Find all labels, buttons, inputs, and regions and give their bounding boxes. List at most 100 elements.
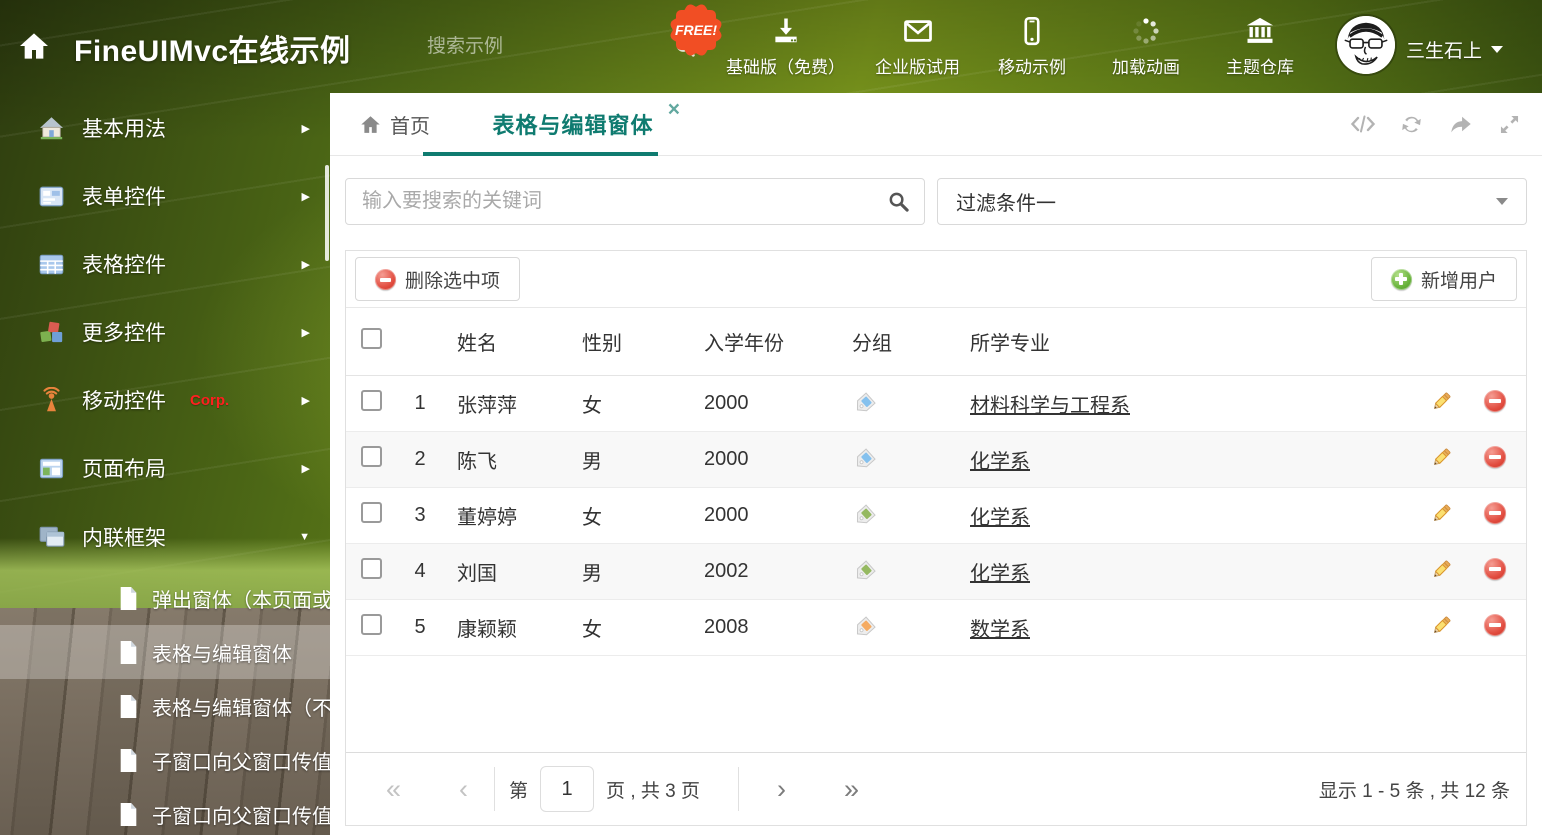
row-number: 5 — [414, 616, 426, 638]
app-title: FineUIMvc在线示例 — [74, 35, 351, 68]
sidebar-item-mobile-controls[interactable]: 移动控件 Corp. ▶ — [0, 372, 330, 428]
add-user-button[interactable]: 新增用户 — [1370, 257, 1517, 301]
table-row: 4 刘国 男 2002 化学系 — [346, 544, 1526, 600]
fullscreen-icon[interactable] — [1497, 112, 1522, 137]
cell-year: 2008 — [704, 616, 749, 638]
row-checkbox[interactable] — [361, 390, 382, 411]
delete-row-icon[interactable] — [1484, 613, 1506, 636]
keyword-search-input[interactable] — [346, 190, 887, 213]
tag-icon — [852, 448, 876, 472]
sidebar-item-form-controls[interactable]: 表单控件 ▶ — [0, 168, 330, 224]
edit-pencil-icon[interactable] — [1430, 501, 1454, 525]
delete-row-icon[interactable] — [1484, 501, 1506, 524]
filter-dropdown[interactable]: 过滤条件一 — [937, 178, 1527, 225]
home-icon[interactable] — [18, 30, 50, 62]
plus-circle-icon — [1390, 268, 1412, 290]
mobile-icon — [1017, 16, 1047, 46]
cubes-icon — [38, 319, 65, 346]
last-page-button[interactable]: » — [844, 775, 859, 803]
sidebar-subitem-popup-window[interactable]: 弹出窗体（本页面或... — [0, 571, 349, 625]
delete-row-icon[interactable] — [1484, 557, 1506, 580]
column-header-year[interactable]: 入学年份 — [696, 327, 844, 356]
major-link[interactable]: 数学系 — [970, 619, 1030, 641]
main-content: 首页 表格与编辑窗体 × 过滤条件一 — [330, 93, 1542, 835]
major-link[interactable]: 化学系 — [970, 507, 1030, 529]
page: FineUIMvc在线示例 FREE! 基础版（免费） 企业版试用 移动示例 加… — [0, 0, 1542, 835]
sidebar-item-basic-usage[interactable]: 基本用法 ▶ — [0, 100, 330, 156]
search-icon[interactable] — [887, 190, 910, 213]
page-prefix: 第 — [509, 780, 529, 802]
filter-dropdown-value: 过滤条件一 — [956, 193, 1056, 215]
chevron-down-icon: ▼ — [299, 531, 310, 543]
avatar[interactable] — [1337, 16, 1395, 74]
first-page-button[interactable]: « — [386, 775, 401, 803]
sidebar-subitem-grid-edit-window-2[interactable]: 表格与编辑窗体（不... — [0, 679, 349, 733]
download-icon — [771, 16, 801, 46]
table-header-row: 姓名 性别 入学年份 分组 所学专业 — [346, 308, 1526, 376]
tag-icon — [852, 560, 876, 584]
edit-pencil-icon[interactable] — [1430, 445, 1454, 469]
major-link[interactable]: 材料科学与工程系 — [970, 395, 1130, 417]
edit-pencil-icon[interactable] — [1430, 389, 1454, 413]
tab-active[interactable]: 表格与编辑窗体 × — [478, 93, 680, 155]
major-link[interactable]: 化学系 — [970, 451, 1030, 473]
layout-icon — [38, 455, 65, 482]
chevron-right-icon: ▶ — [301, 326, 310, 339]
sidebar-subitem-child-to-parent[interactable]: 子窗口向父窗口传值 — [0, 733, 332, 787]
edit-pencil-icon[interactable] — [1430, 613, 1454, 637]
frames-icon — [38, 524, 65, 551]
nav-mobile-demo[interactable]: 移动示例 — [990, 10, 1074, 78]
prev-page-button[interactable]: ‹ — [459, 775, 468, 803]
username-menu[interactable]: 三生石上 — [1406, 36, 1504, 63]
delete-row-icon[interactable] — [1484, 389, 1506, 412]
row-checkbox[interactable] — [361, 558, 382, 579]
form-icon — [38, 183, 65, 210]
sidebar-item-page-layout[interactable]: 页面布局 ▶ — [0, 440, 330, 496]
sidebar: 基本用法 ▶ 表单控件 ▶ 表格控件 ▶ 更多控件 ▶ 移动控件 Corp. ▶… — [0, 93, 349, 835]
row-checkbox[interactable] — [361, 502, 382, 523]
row-checkbox[interactable] — [361, 614, 382, 635]
nav-theme-repository[interactable]: 主题仓库 — [1218, 10, 1302, 78]
close-tab-icon[interactable]: × — [668, 99, 680, 120]
header-search-input[interactable] — [425, 35, 674, 59]
edit-pencil-icon[interactable] — [1430, 557, 1454, 581]
keyword-search-box[interactable] — [345, 178, 925, 225]
tab-bar: 首页 表格与编辑窗体 × — [330, 93, 1542, 156]
sidebar-subitem-grid-edit-window[interactable]: 表格与编辑窗体 — [0, 625, 330, 679]
cell-year: 2000 — [704, 392, 749, 414]
major-link[interactable]: 化学系 — [970, 563, 1030, 585]
column-header-gender[interactable]: 性别 — [574, 327, 696, 356]
cell-gender: 女 — [582, 619, 602, 641]
bank-icon — [1245, 16, 1275, 46]
header-search-box[interactable] — [425, 28, 640, 66]
delete-row-icon[interactable] — [1484, 445, 1506, 468]
view-source-icon[interactable] — [1350, 112, 1375, 137]
delete-selected-button[interactable]: 删除选中项 — [355, 257, 521, 301]
nav-loading-animation[interactable]: 加载动画 — [1104, 10, 1188, 78]
column-header-name[interactable]: 姓名 — [449, 327, 574, 356]
table-row: 2 陈飞 男 2000 化学系 — [346, 432, 1526, 488]
column-header-major[interactable]: 所学专业 — [962, 327, 1420, 356]
column-header-group[interactable]: 分组 — [844, 327, 962, 356]
pagination-bar: « ‹ 第 页 , 共 3 页 › » 显示 1 - 5 条 , 共 12 条 — [346, 752, 1526, 825]
sidebar-scrollbar[interactable] — [325, 165, 329, 261]
sidebar-item-more-controls[interactable]: 更多控件 ▶ — [0, 304, 330, 360]
username: 三生石上 — [1406, 41, 1483, 62]
grid-panel: 删除选中项 新增用户 姓名 性别 入学年份 分组 所学专业 1 张萍萍 女 20… — [345, 250, 1527, 826]
refresh-icon[interactable] — [1399, 112, 1424, 137]
tab-home[interactable]: 首页 — [360, 93, 430, 155]
row-checkbox[interactable] — [361, 446, 382, 467]
next-page-button[interactable]: › — [777, 775, 786, 803]
sidebar-item-inline-frame[interactable]: 内联框架 ▼ — [0, 509, 330, 565]
nav-basic-edition[interactable]: FREE! 基础版（免费） — [668, 2, 845, 78]
tag-icon — [852, 616, 876, 640]
active-tab-indicator — [423, 152, 658, 156]
page-number-input[interactable] — [540, 766, 595, 812]
share-icon[interactable] — [1448, 112, 1473, 137]
chevron-right-icon: ▶ — [301, 190, 310, 203]
sidebar-item-grid-controls[interactable]: 表格控件 ▶ — [0, 236, 330, 292]
chevron-right-icon: ▶ — [301, 394, 310, 407]
nav-enterprise-trial[interactable]: 企业版试用 — [875, 10, 960, 78]
sidebar-subitem-child-to-parent-2[interactable]: 子窗口向父窗口传值... — [0, 787, 349, 835]
select-all-checkbox[interactable] — [361, 328, 382, 349]
